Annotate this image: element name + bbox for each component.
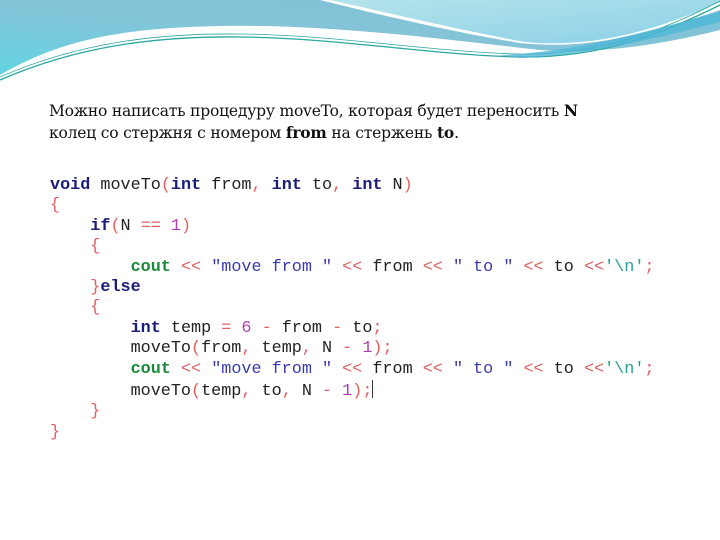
code-line: { bbox=[50, 196, 61, 216]
code-line: } bbox=[90, 402, 101, 422]
code-line: int temp = 6 - from - to; bbox=[130, 318, 383, 338]
code-line: }else bbox=[90, 278, 141, 298]
code-line: moveTo(from, temp, N - 1); bbox=[130, 339, 393, 359]
code-line: { bbox=[90, 237, 101, 257]
code-line: if(N == 1) bbox=[90, 216, 192, 236]
description-line-2: колец со стержня с номером from на стерж… bbox=[49, 123, 459, 142]
description-line-1: Можно написать процедуру moveTo, которая… bbox=[49, 101, 578, 120]
code-line: cout << "move from " << from << " to " <… bbox=[130, 257, 655, 277]
header-wave-decoration bbox=[0, 0, 720, 90]
code-line: } bbox=[50, 422, 61, 442]
code-block[interactable]: void moveTo(int from, int to, int N) { i… bbox=[50, 176, 654, 443]
code-line: { bbox=[90, 298, 101, 318]
code-line: moveTo(temp, to, N - 1); bbox=[130, 380, 374, 402]
code-line: cout << "move from " << from << " to " <… bbox=[130, 359, 655, 379]
text-cursor bbox=[372, 380, 374, 399]
description-text: Можно написать процедуру moveTo, которая… bbox=[49, 100, 629, 144]
code-line: void moveTo(int from, int to, int N) bbox=[50, 176, 413, 195]
